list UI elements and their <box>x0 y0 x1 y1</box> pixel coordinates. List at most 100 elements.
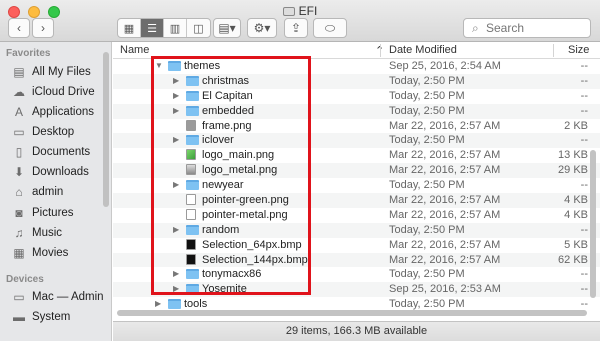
folder-icon <box>168 61 181 71</box>
table-row[interactable]: ▶ christmas Today, 2:50 PM -- <box>113 73 600 89</box>
table-row[interactable]: ▶ tonymacx86 Today, 2:50 PM -- <box>113 267 600 282</box>
sidebar-item-admin[interactable]: ⌂ admin <box>12 183 63 201</box>
disclosure-closed-icon[interactable]: ▶ <box>173 76 181 86</box>
sidebar-item-all-my-files[interactable]: ▤ All My Files <box>12 63 90 81</box>
table-row[interactable]: ▶ Yosemite Sep 25, 2016, 2:53 AM -- <box>113 282 600 298</box>
column-separator[interactable] <box>553 44 554 57</box>
table-row[interactable]: logo_main.png Mar 22, 2016, 2:57 AM 13 KB <box>113 148 600 163</box>
table-row[interactable]: ▼ themes Sep 25, 2016, 2:54 AM -- <box>113 59 600 74</box>
arrange-button[interactable]: ▤▾ <box>213 18 241 38</box>
documents-icon: ▯ <box>15 145 23 159</box>
file-name: tonymacx86 <box>202 268 262 281</box>
folder-icon <box>186 180 199 191</box>
disclosure-closed-icon[interactable]: ▶ <box>173 284 181 294</box>
column-size[interactable]: Size <box>568 44 589 56</box>
file-date-modified: Today, 2:50 PM <box>389 298 465 311</box>
status-text: 29 items, 166.3 MB available <box>285 325 428 337</box>
file-name: christmas <box>202 74 250 87</box>
table-row[interactable]: ▶ newyear Today, 2:50 PM -- <box>113 178 600 193</box>
back-button[interactable]: ‹ <box>8 18 30 38</box>
disclosure-closed-icon[interactable]: ▶ <box>173 106 181 116</box>
disclosure-closed-icon[interactable]: ▶ <box>173 135 181 145</box>
file-size: 2 KB <box>564 119 588 132</box>
file-name: Selection_64px.bmp <box>202 238 302 251</box>
sidebar-scrollbar[interactable] <box>103 52 109 207</box>
sidebar-item-applications[interactable]: A Applications <box>12 103 94 121</box>
file-name: pointer-green.png <box>202 194 289 207</box>
desktop-icon: ▭ <box>13 125 25 139</box>
image-file-icon <box>186 253 196 265</box>
disclosure-open-icon[interactable]: ▼ <box>155 61 163 71</box>
list-view-button[interactable]: ☰ <box>141 19 164 37</box>
table-row[interactable]: frame.png Mar 22, 2016, 2:57 AM 2 KB <box>113 119 600 134</box>
sidebar-item-downloads[interactable]: ⬇ Downloads <box>12 163 89 181</box>
all-files-icon: ▤ <box>13 65 25 79</box>
folder-icon <box>186 284 199 295</box>
image-file-icon <box>186 208 196 220</box>
table-row[interactable]: ▶ embedded Today, 2:50 PM -- <box>113 103 600 119</box>
folder-icon <box>186 224 199 235</box>
file-name: newyear <box>202 179 244 192</box>
cover-flow-view-button[interactable]: ◫ <box>187 19 210 37</box>
file-date-modified: Mar 22, 2016, 2:57 AM <box>389 149 501 162</box>
file-date-modified: Mar 22, 2016, 2:57 AM <box>389 253 501 266</box>
disclosure-closed-icon[interactable]: ▶ <box>173 91 181 101</box>
table-row[interactable]: logo_metal.png Mar 22, 2016, 2:57 AM 29 KB <box>113 163 600 179</box>
table-row[interactable]: ▶ iclover Today, 2:50 PM -- <box>113 133 600 149</box>
file-size: -- <box>580 89 588 102</box>
sidebar-item-icloud-drive[interactable]: ☁ iCloud Drive <box>12 83 95 101</box>
share-button[interactable]: ⇪ <box>284 18 308 38</box>
disclosure-closed-icon[interactable]: ▶ <box>155 299 163 309</box>
image-file-icon <box>186 164 196 176</box>
chevron-right-icon: › <box>41 21 45 35</box>
drive-icon <box>282 7 295 16</box>
disclosure-closed-icon[interactable]: ▶ <box>173 269 181 279</box>
tags-button[interactable]: ⬭ <box>313 18 347 38</box>
sidebar-item-mac-admin[interactable]: ▭ Mac — Admin <box>12 288 103 306</box>
column-separator[interactable] <box>380 44 381 57</box>
disk-icon: ▬ <box>13 310 25 324</box>
tag-icon: ⬭ <box>324 20 336 35</box>
vertical-scrollbar[interactable] <box>590 150 596 298</box>
sidebar-item-music[interactable]: ♫ Music <box>12 224 63 242</box>
file-size: 5 KB <box>564 238 588 251</box>
table-row[interactable]: ▶ El Capitan Today, 2:50 PM -- <box>113 89 600 104</box>
file-list: Name ⌃ Date Modified Size ▼ themes Sep 25,… <box>113 42 600 321</box>
window-title: EFI <box>0 4 600 18</box>
table-row[interactable]: Selection_64px.bmp Mar 22, 2016, 2:57 AM 5… <box>113 238 600 253</box>
file-size: -- <box>580 283 588 296</box>
table-row[interactable]: Selection_144px.bmp Mar 22, 2016, 2:57 AM… <box>113 252 600 268</box>
sidebar-item-system[interactable]: ▬ System <box>12 308 70 326</box>
file-date-modified: Today, 2:50 PM <box>389 104 465 117</box>
image-file-icon <box>186 119 196 131</box>
file-name: Selection_144px.bmp <box>202 253 308 266</box>
forward-button[interactable]: › <box>32 18 54 38</box>
table-row[interactable]: pointer-metal.png Mar 22, 2016, 2:57 AM 4 … <box>113 208 600 223</box>
disclosure-closed-icon[interactable]: ▶ <box>173 225 181 235</box>
sidebar-item-desktop[interactable]: ▭ Desktop <box>12 123 74 141</box>
search-input[interactable] <box>486 20 586 36</box>
disclosure-closed-icon[interactable]: ▶ <box>173 180 181 190</box>
sidebar-item-documents[interactable]: ▯ Documents <box>12 143 90 161</box>
folder-icon <box>186 105 199 116</box>
search-field[interactable]: ⌕ <box>463 18 591 38</box>
file-date-modified: Mar 22, 2016, 2:57 AM <box>389 238 501 251</box>
arrange-icon: ▤▾ <box>218 21 236 35</box>
laptop-icon: ▭ <box>13 290 25 304</box>
file-date-modified: Mar 22, 2016, 2:57 AM <box>389 194 501 207</box>
folder-icon <box>186 75 199 86</box>
sidebar-item-movies[interactable]: ▦ Movies <box>12 244 68 262</box>
column-view-button[interactable]: ▥ <box>164 19 187 37</box>
file-name: logo_metal.png <box>202 164 278 177</box>
table-row[interactable]: pointer-green.png Mar 22, 2016, 2:57 AM 4 … <box>113 193 600 208</box>
file-date-modified: Sep 25, 2016, 2:54 AM <box>389 60 501 72</box>
table-row[interactable]: ▶ random Today, 2:50 PM -- <box>113 222 600 238</box>
camera-icon: ◙ <box>15 206 23 220</box>
icon-view-button[interactable]: ▦ <box>118 19 141 37</box>
horizontal-scrollbar[interactable] <box>117 310 587 316</box>
column-date-modified[interactable]: Date Modified <box>389 44 457 56</box>
sidebar-item-pictures[interactable]: ◙ Pictures <box>12 204 73 222</box>
action-button[interactable]: ⚙▾ <box>247 18 277 38</box>
file-name: frame.png <box>202 119 252 132</box>
column-name[interactable]: Name <box>120 44 149 56</box>
